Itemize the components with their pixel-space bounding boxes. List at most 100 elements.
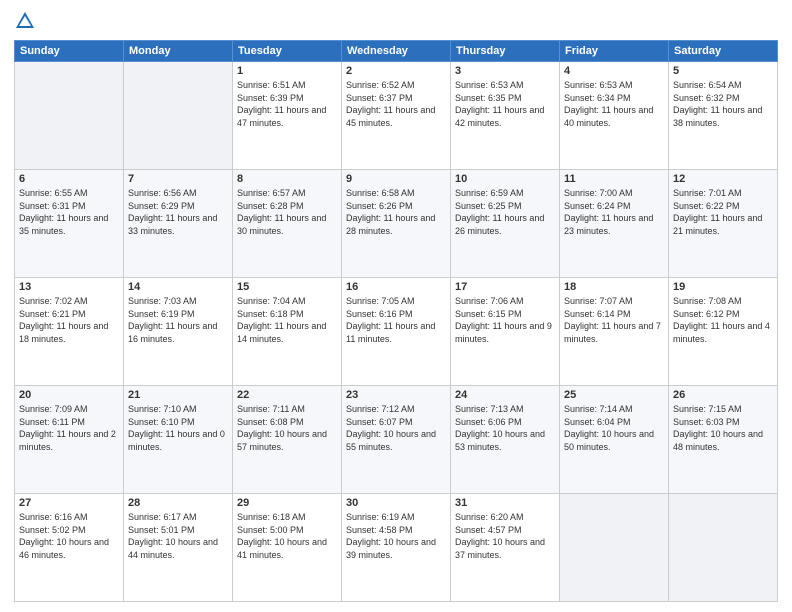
day-info: Sunrise: 6:16 AM Sunset: 5:02 PM Dayligh… [19,511,119,561]
calendar-cell: 9 Sunrise: 6:58 AM Sunset: 6:26 PM Daylig… [342,170,451,278]
calendar-cell: 8Sunrise: 6:57 AM Sunset: 6:28 PM Daylig… [233,170,342,278]
calendar-cell: 11 Sunrise: 7:00 AM Sunset: 6:24 PM Dayli… [560,170,669,278]
week-row-4: 27 Sunrise: 6:16 AM Sunset: 5:02 PM Dayli… [15,494,778,602]
calendar-cell [669,494,778,602]
calendar-cell: 18 Sunrise: 7:07 AM Sunset: 6:14 PM Dayli… [560,278,669,386]
day-number: 27 [19,497,119,509]
weekday-header-tuesday: Tuesday [233,41,342,62]
day-number: 21 [128,389,228,401]
day-info: Sunrise: 7:03 AM Sunset: 6:19 PM Dayligh… [128,295,228,345]
week-row-3: 20 Sunrise: 7:09 AM Sunset: 6:11 PM Dayli… [15,386,778,494]
calendar-table: SundayMondayTuesdayWednesdayThursdayFrid… [14,40,778,602]
day-number: 20 [19,389,119,401]
day-info: Sunrise: 6:53 AM Sunset: 6:34 PM Dayligh… [564,79,664,129]
calendar-cell: 31 Sunrise: 6:20 AM Sunset: 4:57 PM Dayli… [451,494,560,602]
day-number: 10 [455,173,555,185]
day-number: 1 [237,65,337,77]
day-number: 2 [346,65,446,77]
day-number: 26 [673,389,773,401]
calendar-cell: 12 Sunrise: 7:01 AM Sunset: 6:22 PM Dayli… [669,170,778,278]
day-info: Sunrise: 7:07 AM Sunset: 6:14 PM Dayligh… [564,295,664,345]
calendar-cell: 17 Sunrise: 7:06 AM Sunset: 6:15 PM Dayli… [451,278,560,386]
day-info: Sunrise: 7:15 AM Sunset: 6:03 PM Dayligh… [673,403,773,453]
calendar-cell: 16 Sunrise: 7:05 AM Sunset: 6:16 PM Dayli… [342,278,451,386]
day-info: Sunrise: 7:01 AM Sunset: 6:22 PM Dayligh… [673,187,773,237]
calendar-cell [15,62,124,170]
calendar-cell: 21 Sunrise: 7:10 AM Sunset: 6:10 PM Dayli… [124,386,233,494]
calendar-cell: 4 Sunrise: 6:53 AM Sunset: 6:34 PM Daylig… [560,62,669,170]
calendar-cell: 22 Sunrise: 7:11 AM Sunset: 6:08 PM Dayli… [233,386,342,494]
page: SundayMondayTuesdayWednesdayThursdayFrid… [0,0,792,612]
calendar-cell: 20 Sunrise: 7:09 AM Sunset: 6:11 PM Dayli… [15,386,124,494]
calendar-cell: 27 Sunrise: 6:16 AM Sunset: 5:02 PM Dayli… [15,494,124,602]
calendar-cell: 25 Sunrise: 7:14 AM Sunset: 6:04 PM Dayli… [560,386,669,494]
day-info: Sunrise: 7:08 AM Sunset: 6:12 PM Dayligh… [673,295,773,345]
weekday-header-wednesday: Wednesday [342,41,451,62]
calendar-cell: 19 Sunrise: 7:08 AM Sunset: 6:12 PM Dayli… [669,278,778,386]
calendar-cell: 7Sunrise: 6:56 AM Sunset: 6:29 PM Daylig… [124,170,233,278]
calendar-cell: 2 Sunrise: 6:52 AM Sunset: 6:37 PM Daylig… [342,62,451,170]
day-info: Sunrise: 7:10 AM Sunset: 6:10 PM Dayligh… [128,403,228,453]
day-number: 31 [455,497,555,509]
day-info: Sunrise: 6:20 AM Sunset: 4:57 PM Dayligh… [455,511,555,561]
day-info: Sunrise: 7:02 AM Sunset: 6:21 PM Dayligh… [19,295,119,345]
calendar-cell: 3 Sunrise: 6:53 AM Sunset: 6:35 PM Daylig… [451,62,560,170]
calendar-cell: 28Sunrise: 6:17 AM Sunset: 5:01 PM Dayli… [124,494,233,602]
calendar-cell: 6Sunrise: 6:55 AM Sunset: 6:31 PM Daylig… [15,170,124,278]
day-number: 9 [346,173,446,185]
calendar-cell: 10 Sunrise: 6:59 AM Sunset: 6:25 PM Dayli… [451,170,560,278]
header [14,10,778,32]
week-row-2: 13Sunrise: 7:02 AM Sunset: 6:21 PM Dayli… [15,278,778,386]
calendar-cell: 29Sunrise: 6:18 AM Sunset: 5:00 PM Dayli… [233,494,342,602]
day-info: Sunrise: 6:53 AM Sunset: 6:35 PM Dayligh… [455,79,555,129]
day-number: 17 [455,281,555,293]
day-number: 4 [564,65,664,77]
day-info: Sunrise: 7:14 AM Sunset: 6:04 PM Dayligh… [564,403,664,453]
day-number: 22 [237,389,337,401]
day-number: 28 [128,497,228,509]
day-info: Sunrise: 6:54 AM Sunset: 6:32 PM Dayligh… [673,79,773,129]
day-info: Sunrise: 7:06 AM Sunset: 6:15 PM Dayligh… [455,295,555,345]
calendar-cell: 13Sunrise: 7:02 AM Sunset: 6:21 PM Dayli… [15,278,124,386]
calendar-cell [560,494,669,602]
calendar-cell: 26 Sunrise: 7:15 AM Sunset: 6:03 PM Dayli… [669,386,778,494]
day-info: Sunrise: 6:57 AM Sunset: 6:28 PM Dayligh… [237,187,337,237]
day-info: Sunrise: 6:56 AM Sunset: 6:29 PM Dayligh… [128,187,228,237]
weekday-header-sunday: Sunday [15,41,124,62]
day-number: 19 [673,281,773,293]
day-info: Sunrise: 7:00 AM Sunset: 6:24 PM Dayligh… [564,187,664,237]
logo-icon [14,10,36,32]
day-number: 16 [346,281,446,293]
week-row-0: 1 Sunrise: 6:51 AM Sunset: 6:39 PM Daylig… [15,62,778,170]
day-info: Sunrise: 7:09 AM Sunset: 6:11 PM Dayligh… [19,403,119,453]
day-number: 30 [346,497,446,509]
day-number: 3 [455,65,555,77]
day-info: Sunrise: 6:59 AM Sunset: 6:25 PM Dayligh… [455,187,555,237]
calendar-cell: 15Sunrise: 7:04 AM Sunset: 6:18 PM Dayli… [233,278,342,386]
calendar-cell: 5 Sunrise: 6:54 AM Sunset: 6:32 PM Daylig… [669,62,778,170]
day-number: 14 [128,281,228,293]
day-number: 29 [237,497,337,509]
day-number: 11 [564,173,664,185]
weekday-header-monday: Monday [124,41,233,62]
day-number: 24 [455,389,555,401]
day-number: 18 [564,281,664,293]
weekday-header-saturday: Saturday [669,41,778,62]
week-row-1: 6Sunrise: 6:55 AM Sunset: 6:31 PM Daylig… [15,170,778,278]
calendar-cell: 23Sunrise: 7:12 AM Sunset: 6:07 PM Dayli… [342,386,451,494]
day-number: 25 [564,389,664,401]
day-info: Sunrise: 6:51 AM Sunset: 6:39 PM Dayligh… [237,79,337,129]
day-info: Sunrise: 7:13 AM Sunset: 6:06 PM Dayligh… [455,403,555,453]
day-info: Sunrise: 6:19 AM Sunset: 4:58 PM Dayligh… [346,511,446,561]
logo [14,10,40,32]
day-number: 5 [673,65,773,77]
day-info: Sunrise: 7:11 AM Sunset: 6:08 PM Dayligh… [237,403,337,453]
weekday-header-thursday: Thursday [451,41,560,62]
day-info: Sunrise: 6:58 AM Sunset: 6:26 PM Dayligh… [346,187,446,237]
day-info: Sunrise: 7:05 AM Sunset: 6:16 PM Dayligh… [346,295,446,345]
day-info: Sunrise: 6:52 AM Sunset: 6:37 PM Dayligh… [346,79,446,129]
day-number: 12 [673,173,773,185]
calendar-cell: 14 Sunrise: 7:03 AM Sunset: 6:19 PM Dayli… [124,278,233,386]
calendar-cell: 30 Sunrise: 6:19 AM Sunset: 4:58 PM Dayli… [342,494,451,602]
day-number: 23 [346,389,446,401]
